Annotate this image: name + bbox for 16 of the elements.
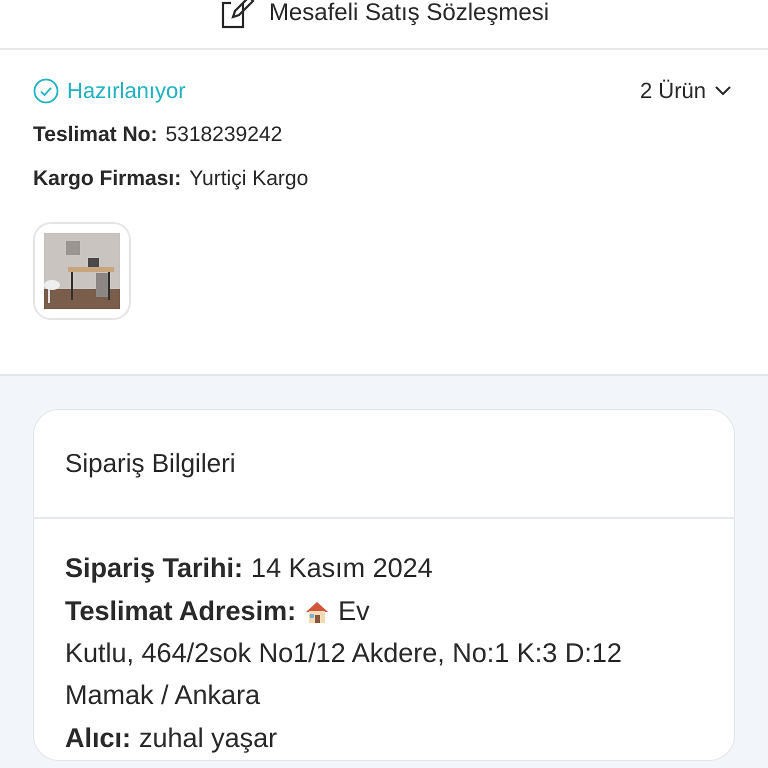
- status-text: Hazırlanıyor: [67, 77, 186, 105]
- field-label: Teslimat No:: [33, 122, 158, 148]
- field-value: 14 Kasım 2024: [251, 552, 433, 585]
- field-label: Teslimat Adresim:: [65, 595, 296, 628]
- item-count-toggle[interactable]: 2 Ürün: [640, 74, 732, 107]
- chevron-icon: [714, 84, 732, 96]
- field-value: zuhal yaşar: [139, 722, 278, 756]
- field-label: Sipariş Tarihi:: [65, 552, 244, 585]
- field-label: Kargo Firması:: [33, 166, 182, 192]
- field-value: Ev: [338, 595, 370, 628]
- field-label: Alıcı:: [65, 722, 132, 756]
- field-value: 5318239242: [165, 122, 282, 148]
- product-thumbnail[interactable]: [33, 222, 131, 320]
- card-title: Sipariş Bilgileri: [65, 448, 236, 478]
- field-value: Yurtiçi Kargo: [189, 166, 308, 192]
- check-circle-icon: [33, 78, 59, 104]
